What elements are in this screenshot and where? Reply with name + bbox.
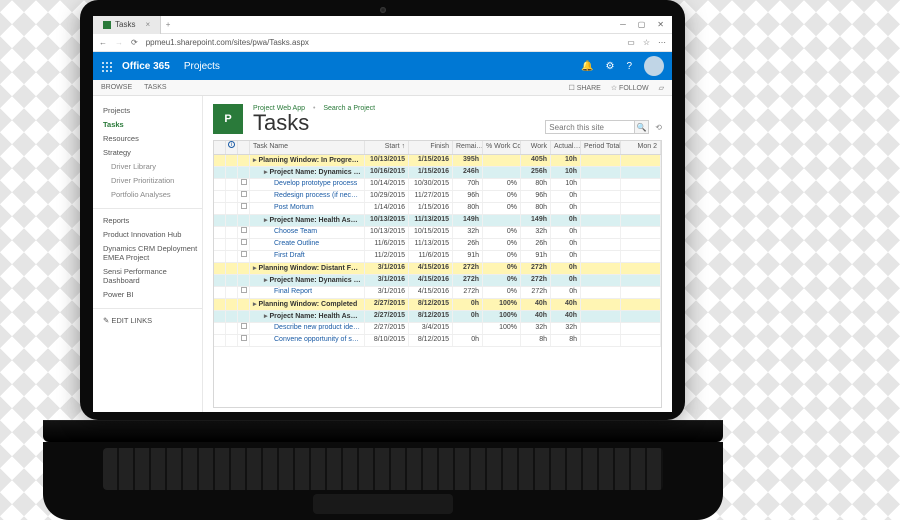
ribbon-tab-tasks[interactable]: TASKS: [144, 84, 166, 91]
search-input[interactable]: [545, 120, 635, 134]
page-title: Tasks: [253, 112, 375, 134]
row-checkbox[interactable]: [241, 203, 247, 209]
maximize-icon[interactable]: ▢: [638, 20, 646, 29]
edge-browser-window: Tasks × + ─ ▢ ✕ ← → ⟳: [93, 16, 672, 412]
row-checkbox[interactable]: [241, 179, 247, 185]
table-row[interactable]: Describe new product idea (1-page writte…: [214, 323, 661, 335]
suite-site[interactable]: Projects: [180, 61, 220, 72]
col-actual[interactable]: Actual…: [551, 141, 581, 154]
row-checkbox[interactable]: [241, 323, 247, 329]
back-icon[interactable]: ←: [99, 38, 107, 47]
row-checkbox[interactable]: [241, 239, 247, 245]
browser-tab[interactable]: Tasks ×: [93, 16, 161, 34]
table-row[interactable]: Final Report3/1/20164/15/2016272h0%272h0…: [214, 287, 661, 299]
crumb-search[interactable]: Search a Project: [323, 105, 375, 112]
nav-strategy[interactable]: Strategy: [103, 148, 202, 157]
tab-close-icon[interactable]: ×: [145, 20, 150, 29]
col-work[interactable]: Work: [521, 141, 551, 154]
nav-projects[interactable]: Projects: [103, 106, 202, 115]
nav-portfolio-analyses[interactable]: Portfolio Analyses: [111, 190, 202, 199]
col-start[interactable]: Start ↑: [365, 141, 409, 154]
nav-edit-links[interactable]: ✎ EDIT LINKS: [103, 316, 202, 325]
table-row[interactable]: Choose Team10/13/201510/15/201532h0%32h0…: [214, 227, 661, 239]
reading-view-icon[interactable]: ▭: [627, 38, 635, 47]
content-area: Projects Tasks Resources Strategy Driver…: [93, 96, 672, 412]
url-text[interactable]: ppmeu1.sharepoint.com/sites/pwa/Tasks.as…: [146, 38, 620, 47]
row-checkbox[interactable]: [241, 287, 247, 293]
row-checkbox[interactable]: [241, 227, 247, 233]
follow-button[interactable]: ☆ FOLLOW: [611, 84, 649, 92]
nav-tasks[interactable]: Tasks: [103, 120, 202, 129]
side-nav: Projects Tasks Resources Strategy Driver…: [93, 96, 203, 412]
refresh-icon[interactable]: ⟳: [131, 38, 138, 47]
table-row[interactable]: First Draft11/2/201511/6/201591h0%91h0h: [214, 251, 661, 263]
ribbon-tab-browse[interactable]: BROWSE: [101, 84, 132, 91]
main-panel: P Project Web App • Search a Project Tas…: [203, 96, 672, 412]
nav-reports[interactable]: Reports: [103, 216, 202, 225]
share-button[interactable]: ☐ SHARE: [568, 84, 600, 92]
table-header: i Task Name Start ↑ Finish Remai… % Work…: [214, 141, 661, 155]
table-row[interactable]: Develop prototype process10/14/201510/30…: [214, 179, 661, 191]
app-launcher-icon[interactable]: [101, 61, 112, 72]
ribbon: BROWSE TASKS ☐ SHARE ☆ FOLLOW ▱: [93, 80, 672, 96]
table-row[interactable]: ▸Project Name: Health Assessment Reporti…: [214, 311, 661, 323]
nav-resources[interactable]: Resources: [103, 134, 202, 143]
table-row[interactable]: Redesign process (if necessary)10/29/201…: [214, 191, 661, 203]
nav-driver-library[interactable]: Driver Library: [111, 162, 202, 171]
row-checkbox[interactable]: [241, 191, 247, 197]
task-grid: i Task Name Start ↑ Finish Remai… % Work…: [213, 140, 662, 408]
table-row[interactable]: ▸Planning Window: Completed2/27/20158/12…: [214, 299, 661, 311]
table-row[interactable]: ▸Planning Window: In Progress for Curren…: [214, 155, 661, 167]
notifications-icon[interactable]: 🔔: [581, 61, 593, 72]
col-workcomp[interactable]: % Work Comp…: [483, 141, 521, 154]
suite-brand[interactable]: Office 365: [122, 61, 170, 72]
table-row[interactable]: ▸Planning Window: Distant Future3/1/2016…: [214, 263, 661, 275]
suite-bar: Office 365 Projects 🔔 ⚙ ?: [93, 52, 672, 80]
nav-power-bi[interactable]: Power BI: [103, 290, 202, 299]
close-icon[interactable]: ✕: [657, 20, 664, 29]
address-bar: ← → ⟳ ppmeu1.sharepoint.com/sites/pwa/Ta…: [93, 34, 672, 52]
table-row[interactable]: ▸Project Name: Dynamics CRM Deployment E…: [214, 275, 661, 287]
col-taskname[interactable]: Task Name: [250, 141, 365, 154]
focus-icon[interactable]: ▱: [659, 84, 664, 92]
col-remaining[interactable]: Remai…: [453, 141, 483, 154]
table-row[interactable]: Create Outline11/6/201511/13/201526h0%26…: [214, 239, 661, 251]
table-row[interactable]: ▸Project Name: Health Assessment Reporti…: [214, 215, 661, 227]
titlebar: Tasks × + ─ ▢ ✕: [93, 16, 672, 34]
table-row[interactable]: ▸Project Name: Dynamics CRM Deployment E…: [214, 167, 661, 179]
avatar[interactable]: [644, 56, 664, 76]
nav-sensi[interactable]: Sensi Performance Dashboard: [103, 267, 202, 285]
project-icon: [103, 21, 111, 29]
settings-icon[interactable]: ⚙: [605, 61, 614, 72]
help-icon[interactable]: ?: [626, 61, 632, 72]
col-mon[interactable]: Mon 2: [621, 141, 661, 154]
col-period[interactable]: Period Total: [581, 141, 621, 154]
more-icon[interactable]: ⋯: [658, 38, 666, 47]
tab-title: Tasks: [115, 20, 135, 29]
new-tab-button[interactable]: +: [161, 20, 175, 29]
nav-driver-prioritization[interactable]: Driver Prioritization: [111, 176, 202, 185]
sync-icon[interactable]: ⟲: [655, 123, 662, 132]
row-checkbox[interactable]: [241, 335, 247, 341]
minimize-icon[interactable]: ─: [620, 20, 626, 29]
forward-icon[interactable]: →: [115, 38, 123, 47]
nav-dynamics-crm[interactable]: Dynamics CRM Deployment EMEA Project: [103, 244, 202, 262]
nav-product-innovation[interactable]: Product Innovation Hub: [103, 230, 202, 239]
row-checkbox[interactable]: [241, 251, 247, 257]
table-row[interactable]: Convene opportunity of screening committ…: [214, 335, 661, 347]
project-app-icon: P: [213, 104, 243, 134]
search-button[interactable]: 🔍: [635, 120, 649, 134]
col-finish[interactable]: Finish: [409, 141, 453, 154]
table-row[interactable]: Post Mortum1/14/20161/15/201680h0%80h0h: [214, 203, 661, 215]
col-info[interactable]: i: [226, 141, 238, 154]
favorite-icon[interactable]: ☆: [643, 38, 650, 47]
